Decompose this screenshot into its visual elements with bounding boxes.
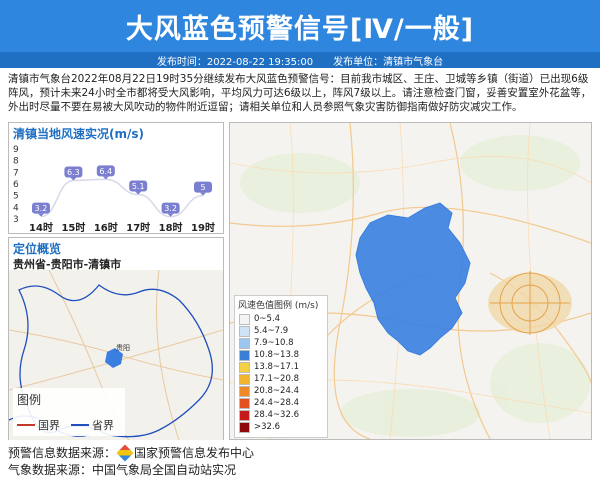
y-tick-label: 6 <box>13 180 19 190</box>
legend-title: 图例 <box>17 393 41 407</box>
legend-range-label: 17.1~20.8 <box>254 374 299 384</box>
source-name[interactable]: 国家预警信息发布中心 <box>134 444 254 461</box>
guiyang-city-label: 贵阳 <box>116 343 130 352</box>
legend-color-swatch <box>239 397 250 409</box>
wind-data-point[interactable]: 6.3 <box>64 166 83 181</box>
y-tick-label: 4 <box>13 203 19 213</box>
legend-color-swatch <box>239 349 250 361</box>
location-overview-map[interactable]: 贵阳 图例 国界 省界 <box>9 270 223 440</box>
warning-center-logo-icon <box>116 444 134 461</box>
location-panel-title: 定位概览 <box>13 242 62 256</box>
legend-province-border: 省界 <box>92 419 114 432</box>
publish-info-bar: 发布时间：2022-08-22 19:35:00 发布单位：清镇市气象台 <box>0 52 600 68</box>
legend-color-swatch <box>239 385 250 397</box>
wind-speed-chart: 98765433.214时6.315时6.416时5.117时3.218时519… <box>13 145 215 233</box>
wind-legend-item: 28.4~32.6 <box>235 409 327 421</box>
page-title: 大风蓝色预警信号[Ⅳ/一般] <box>0 0 600 52</box>
x-tick-label: 17时 <box>126 221 150 233</box>
wind-speed-panel: 清镇当地风速实况(m/s) 9 8 7 6 5 4 3 3.2 14时 6.3 15时 6.4 16时 5… <box>8 122 224 234</box>
legend-range-label: 13.8~17.1 <box>254 362 299 372</box>
legend-range-label: 0~5.4 <box>254 314 281 324</box>
legend-color-swatch <box>239 361 250 373</box>
wind-legend-items: 0~5.4 5.4~7.9 7.9~10.8 10.8~13.8 13.8~17.1 17… <box>235 313 327 433</box>
y-tick-label: 7 <box>13 168 19 178</box>
wind-value-label: 5 <box>200 183 205 192</box>
x-tick-label: 16时 <box>94 221 118 233</box>
footer-second-line: 气象数据来源：中国气象局全国自动站实况 <box>8 463 237 477</box>
legend-range-label: >32.6 <box>254 422 281 432</box>
legend-range-label: 10.8~13.8 <box>254 350 299 360</box>
legend-national-border: 国界 <box>38 419 60 432</box>
legend-color-swatch <box>239 313 250 325</box>
publisher: 发布单位：清镇市气象台 <box>333 56 444 68</box>
y-tick-label: 8 <box>13 157 19 167</box>
x-tick-label: 14时 <box>29 221 53 233</box>
wind-legend-item: 20.8~24.4 <box>235 385 327 397</box>
legend-range-label: 5.4~7.9 <box>254 326 289 336</box>
wind-legend-item: 7.9~10.8 <box>235 337 327 349</box>
y-tick-label: 5 <box>13 192 19 202</box>
y-tick-label: 9 <box>13 145 19 155</box>
x-tick-label: 15时 <box>61 221 85 233</box>
publish-time: 发布时间：2022-08-22 19:35:00 <box>156 56 314 68</box>
y-tick-label: 3 <box>13 215 19 225</box>
wind-value-label: 3.2 <box>35 204 48 213</box>
legend-color-swatch <box>239 337 250 349</box>
wind-panel-title: 清镇当地风速实况(m/s) <box>13 127 144 141</box>
wind-value-label: 5.1 <box>132 182 145 191</box>
wind-legend-item: 17.1~20.8 <box>235 373 327 385</box>
wind-data-point[interactable]: 6.4 <box>96 165 115 180</box>
wind-legend-item: >32.6 <box>235 421 327 433</box>
wind-value-label: 3.2 <box>164 204 177 213</box>
footer-source: 预警信息数据来源： 国家预警信息发布中心 <box>8 444 254 461</box>
wind-data-point[interactable]: 5.1 <box>129 180 148 195</box>
wind-legend-item: 5.4~7.9 <box>235 325 327 337</box>
legend-range-label: 20.8~24.4 <box>254 386 299 396</box>
legend-color-swatch <box>239 325 250 337</box>
wind-data-point[interactable]: 5 <box>194 181 212 196</box>
wind-color-legend: 风速色值图例 (m/s) 0~5.4 5.4~7.9 7.9~10.8 10.8~13… <box>234 295 328 438</box>
x-tick-label: 19时 <box>191 221 215 233</box>
wind-legend-title: 风速色值图例 (m/s) <box>238 301 319 311</box>
source-label: 预警信息数据来源： <box>8 446 117 460</box>
wind-value-label: 6.4 <box>99 167 112 176</box>
location-panel: 定位概览 贵州省-贵阳市-清镇市 贵阳 图例 国界 省界 <box>8 237 224 440</box>
legend-color-swatch <box>239 373 250 385</box>
legend-color-swatch <box>239 421 250 433</box>
legend-color-swatch <box>239 409 250 421</box>
legend-range-label: 7.9~10.8 <box>254 338 294 348</box>
wind-legend-item: 10.8~13.8 <box>235 349 327 361</box>
wind-legend-item: 0~5.4 <box>235 313 327 325</box>
x-tick-label: 18时 <box>159 221 183 233</box>
warning-description: 清镇市气象台2022年08月22日19时35分继续发布大风蓝色预警信号：目前我市… <box>8 73 592 113</box>
legend-range-label: 24.4~28.4 <box>254 398 299 408</box>
wind-legend-item: 24.4~28.4 <box>235 397 327 409</box>
wind-legend-item: 13.8~17.1 <box>235 361 327 373</box>
warning-map-panel: 风速色值图例 (m/s) 0~5.4 5.4~7.9 7.9~10.8 10.8~13… <box>229 122 592 440</box>
wind-value-label: 6.3 <box>67 168 80 177</box>
legend-range-label: 28.4~32.6 <box>254 410 299 420</box>
